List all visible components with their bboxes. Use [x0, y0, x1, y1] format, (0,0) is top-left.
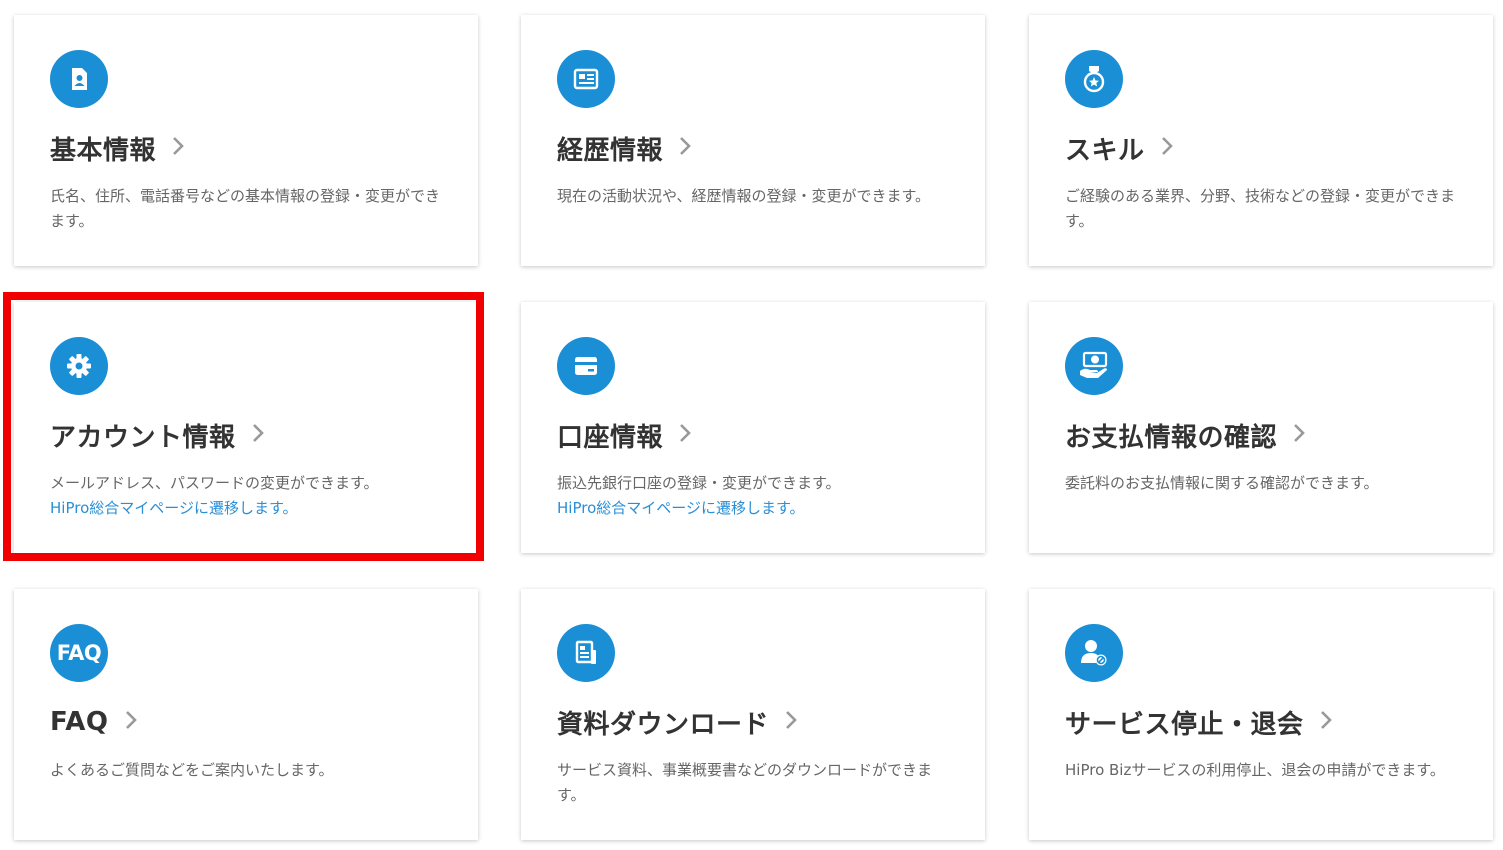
- chevron-right-icon: [1320, 710, 1332, 734]
- faq-icon-label: FAQ: [56, 641, 102, 665]
- resume-icon: [557, 50, 615, 108]
- card-title: スキル: [1065, 135, 1145, 166]
- card-description-text: 現在の活動状況や、経歴情報の登録・変更ができます。: [557, 187, 931, 205]
- card-description: メールアドレス、パスワードの変更ができます。 HiPro総合マイページに遷移しま…: [50, 471, 442, 521]
- card-account[interactable]: アカウント情報 メールアドレス、パスワードの変更ができます。 HiPro総合マイ…: [14, 302, 478, 553]
- gear-icon: [50, 337, 108, 395]
- card-description: 氏名、住所、電話番号などの基本情報の登録・変更ができます。: [50, 184, 442, 234]
- card-title-row: 資料ダウンロード: [557, 702, 797, 742]
- card-description-text: よくあるご質問などをご案内いたします。: [50, 761, 334, 779]
- chevron-right-icon: [125, 710, 137, 734]
- chevron-right-icon: [785, 710, 797, 734]
- card-description-text: 振込先銀行口座の登録・変更ができます。: [557, 474, 841, 492]
- card-description-text: ご経験のある業界、分野、技術などの登録・変更ができます。: [1065, 187, 1456, 230]
- card-career[interactable]: 経歴情報 現在の活動状況や、経歴情報の登録・変更ができます。: [521, 15, 985, 266]
- card-download[interactable]: 資料ダウンロード サービス資料、事業概要書などのダウンロードができます。: [521, 589, 985, 840]
- chevron-right-icon: [1293, 423, 1305, 447]
- chevron-right-icon: [252, 423, 264, 447]
- card-title-row: スキル: [1065, 128, 1173, 168]
- external-link-note[interactable]: HiPro総合マイページに遷移します。: [50, 496, 442, 521]
- card-description-text: HiPro Bizサービスの利用停止、退会の申請ができます。: [1065, 761, 1445, 779]
- yen-hand-icon: [1065, 337, 1123, 395]
- medal-icon: [1065, 50, 1123, 108]
- card-title: お支払情報の確認: [1065, 422, 1278, 453]
- card-title: アカウント情報: [50, 422, 236, 453]
- card-description: よくあるご質問などをご案内いたします。: [50, 758, 442, 783]
- card-title: FAQ: [50, 707, 109, 737]
- card-description-text: 委託料のお支払情報に関する確認ができます。: [1065, 474, 1379, 492]
- card-basic-info[interactable]: 基本情報 氏名、住所、電話番号などの基本情報の登録・変更ができます。: [14, 15, 478, 266]
- chevron-right-icon: [679, 136, 691, 160]
- card-title: 経歴情報: [557, 135, 664, 166]
- profile-document-icon: [50, 50, 108, 108]
- card-description: ご経験のある業界、分野、技術などの登録・変更ができます。: [1065, 184, 1457, 234]
- card-title: サービス停止・退会: [1065, 709, 1304, 740]
- card-description-text: サービス資料、事業概要書などのダウンロードができます。: [557, 761, 933, 804]
- card-skills[interactable]: スキル ご経験のある業界、分野、技術などの登録・変更ができます。: [1029, 15, 1493, 266]
- card-title-row: アカウント情報: [50, 415, 264, 455]
- card-title: 口座情報: [557, 422, 664, 453]
- card-description-text: 氏名、住所、電話番号などの基本情報の登録・変更ができます。: [50, 187, 441, 230]
- card-title: 基本情報: [50, 135, 157, 166]
- card-icon: [557, 337, 615, 395]
- card-title: 資料ダウンロード: [557, 709, 770, 740]
- card-title-row: 口座情報: [557, 415, 691, 455]
- card-title-row: 経歴情報: [557, 128, 691, 168]
- card-faq[interactable]: FAQ FAQ よくあるご質問などをご案内いたします。: [14, 589, 478, 840]
- card-description-text: メールアドレス、パスワードの変更ができます。: [50, 474, 379, 492]
- chevron-right-icon: [679, 423, 691, 447]
- card-payment[interactable]: お支払情報の確認 委託料のお支払情報に関する確認ができます。: [1029, 302, 1493, 553]
- card-title-row: お支払情報の確認: [1065, 415, 1305, 455]
- chevron-right-icon: [172, 136, 184, 160]
- card-description: 現在の活動状況や、経歴情報の登録・変更ができます。: [557, 184, 949, 209]
- external-link-note[interactable]: HiPro総合マイページに遷移します。: [557, 496, 949, 521]
- card-description: 振込先銀行口座の登録・変更ができます。 HiPro総合マイページに遷移します。: [557, 471, 949, 521]
- faq-icon: FAQ: [50, 624, 108, 682]
- chevron-right-icon: [1161, 136, 1173, 160]
- card-description: 委託料のお支払情報に関する確認ができます。: [1065, 471, 1457, 496]
- card-bank[interactable]: 口座情報 振込先銀行口座の登録・変更ができます。 HiPro総合マイページに遷移…: [521, 302, 985, 553]
- user-stop-icon: [1065, 624, 1123, 682]
- card-title-row: FAQ: [50, 702, 137, 742]
- card-description: サービス資料、事業概要書などのダウンロードができます。: [557, 758, 949, 808]
- card-withdraw[interactable]: サービス停止・退会 HiPro Bizサービスの利用停止、退会の申請ができます。: [1029, 589, 1493, 840]
- document-download-icon: [557, 624, 615, 682]
- card-title-row: サービス停止・退会: [1065, 702, 1332, 742]
- card-title-row: 基本情報: [50, 128, 184, 168]
- card-description: HiPro Bizサービスの利用停止、退会の申請ができます。: [1065, 758, 1457, 783]
